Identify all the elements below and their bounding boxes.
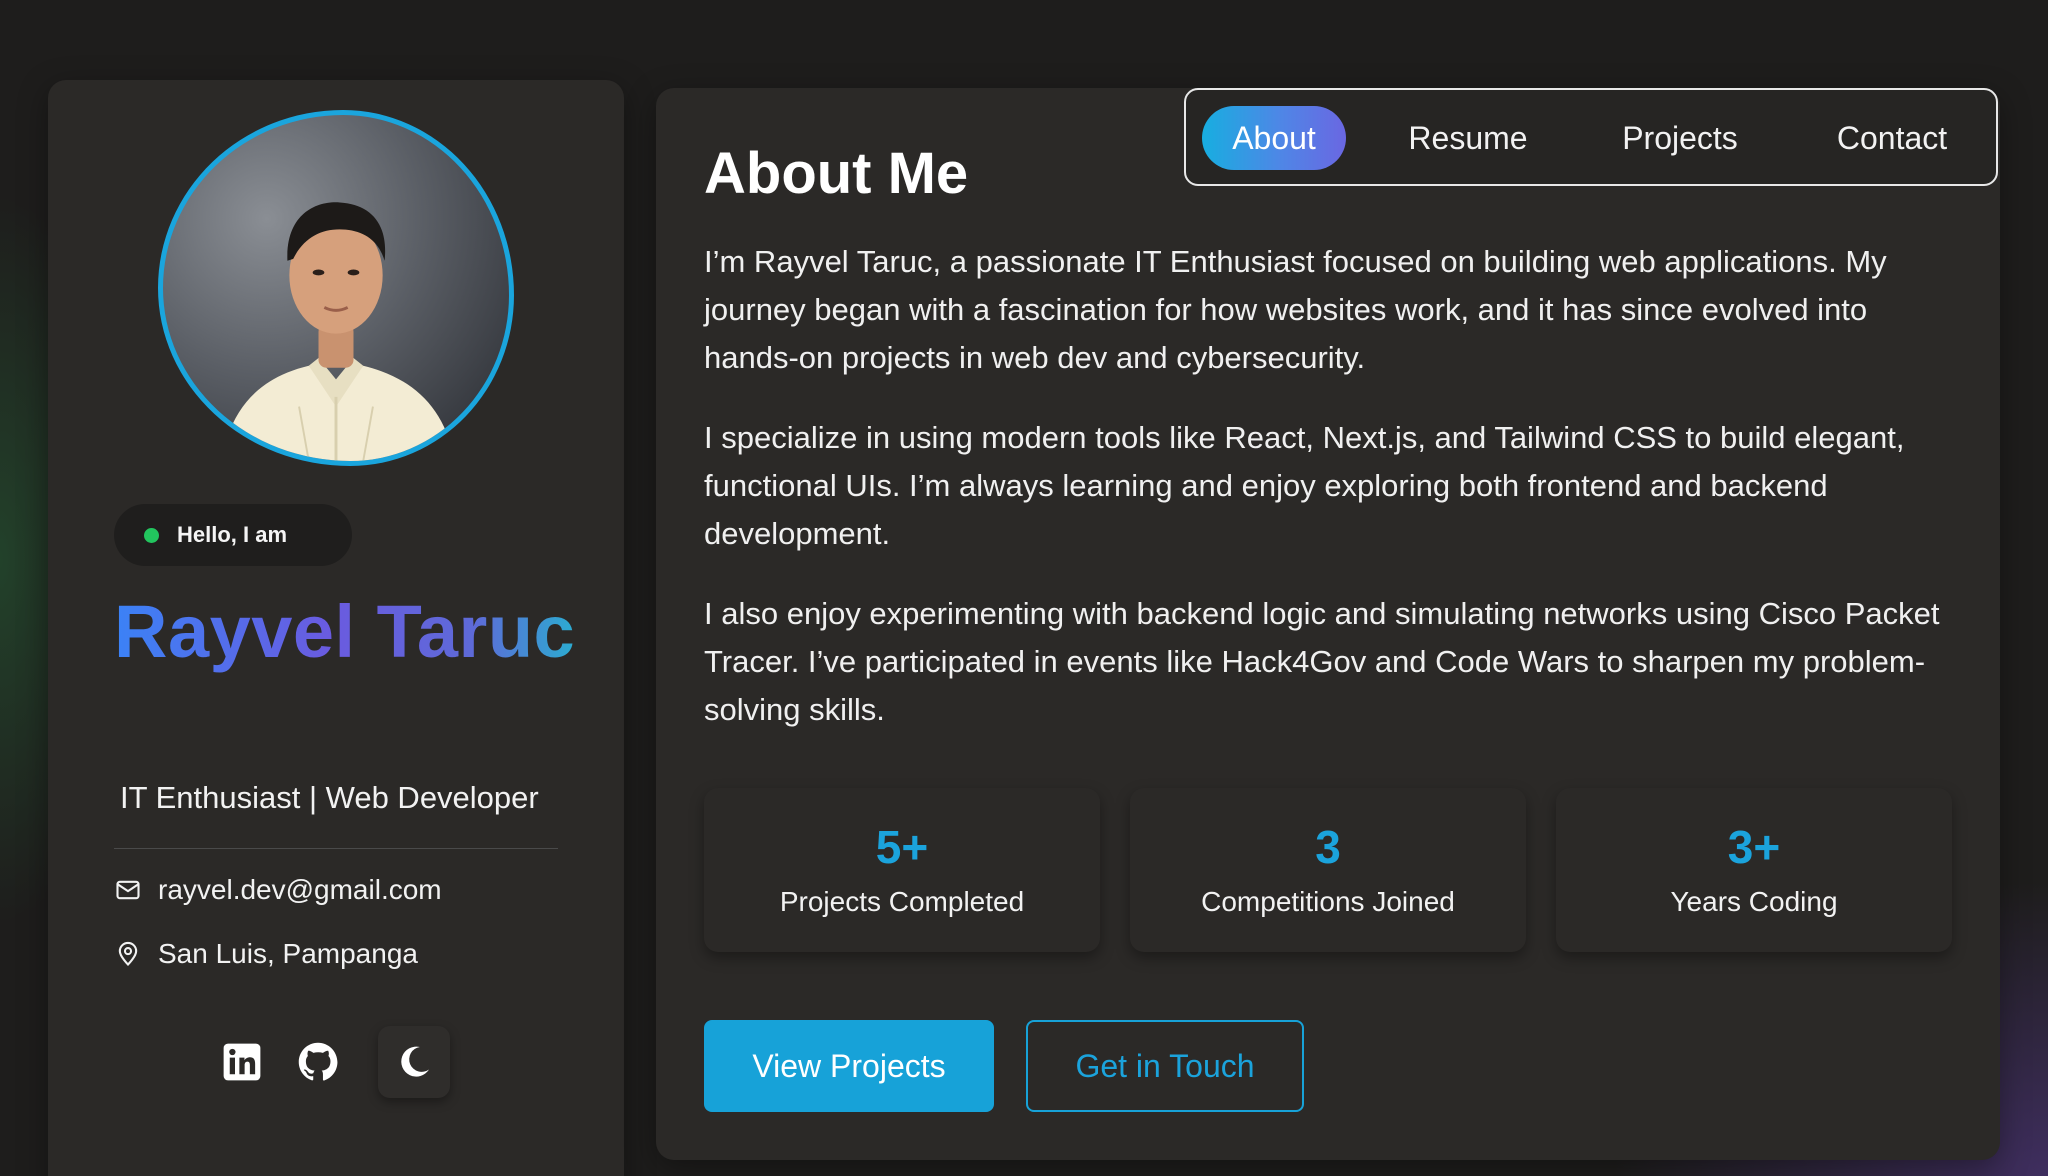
profile-card: Hello, I am Rayvel Taruc IT Enthusiast |…: [48, 80, 624, 1176]
profile-photo: [158, 110, 514, 466]
email-row[interactable]: rayvel.dev@gmail.com: [114, 874, 442, 906]
greeting-badge: Hello, I am: [114, 504, 352, 566]
location-text: San Luis, Pampanga: [158, 938, 418, 969]
profile-photo-illustration: [221, 202, 455, 461]
avatar: [158, 110, 514, 466]
stat-label: Competitions Joined: [1201, 886, 1455, 917]
moon-icon: [401, 1046, 429, 1077]
page-title: About Me: [704, 141, 969, 206]
github-link[interactable]: [294, 1038, 342, 1086]
stat-card-years: 3+ Years Coding: [1556, 788, 1952, 952]
about-card: About Resume Projects Contact About Me I…: [656, 88, 2000, 1160]
tab-contact[interactable]: Contact: [1802, 106, 1982, 170]
status-dot: [144, 527, 159, 543]
about-paragraph-2: I specialize in using modern tools like …: [704, 420, 1905, 551]
mail-icon: [114, 876, 142, 904]
stat-value: 3+: [1727, 821, 1781, 873]
tab-projects[interactable]: Projects: [1590, 106, 1770, 170]
linkedin-link[interactable]: [218, 1038, 266, 1086]
social-links: [218, 1026, 450, 1098]
location-pin-icon: [114, 940, 142, 968]
email-text[interactable]: rayvel.dev@gmail.com: [158, 874, 442, 906]
stat-card-competitions: 3 Competitions Joined: [1130, 788, 1526, 952]
divider: [114, 848, 558, 849]
about-paragraph-3: I also enjoy experimenting with backend …: [704, 596, 1940, 727]
tab-about[interactable]: About: [1202, 106, 1346, 170]
github-icon: [298, 1042, 338, 1081]
greeting-text: Hello, I am: [177, 522, 288, 547]
nav-tabs: About Resume Projects Contact: [1184, 88, 1998, 186]
stat-value: 3: [1315, 821, 1341, 873]
tab-resume[interactable]: Resume: [1382, 106, 1554, 170]
stat-label: Years Coding: [1670, 886, 1838, 917]
profile-name: Rayvel Taruc: [114, 588, 594, 677]
profile-role: IT Enthusiast | Web Developer: [120, 780, 539, 815]
portfolio-page: Hello, I am Rayvel Taruc IT Enthusiast |…: [0, 0, 2048, 1176]
stat-value: 5+: [875, 821, 929, 873]
get-in-touch-button[interactable]: Get in Touch: [1026, 1020, 1304, 1112]
about-paragraph-1: I’m Rayvel Taruc, a passionate IT Enthus…: [704, 244, 1887, 375]
stat-label: Projects Completed: [779, 886, 1025, 917]
linkedin-icon: [223, 1043, 261, 1081]
theme-toggle-button[interactable]: [378, 1026, 450, 1098]
location-row: San Luis, Pampanga: [114, 938, 418, 970]
view-projects-button[interactable]: View Projects: [704, 1020, 994, 1112]
stat-card-projects: 5+ Projects Completed: [704, 788, 1100, 952]
